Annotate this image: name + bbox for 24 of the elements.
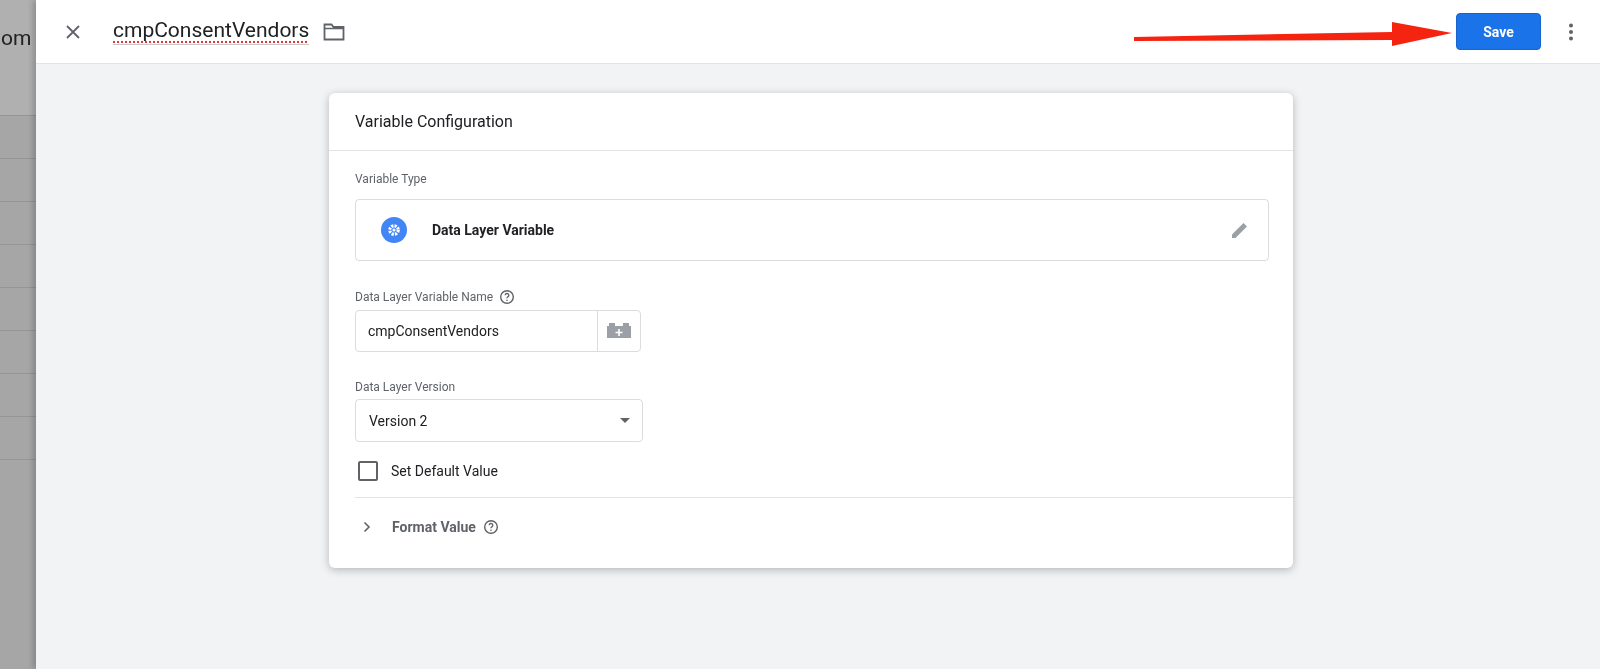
checkbox[interactable] xyxy=(358,461,378,481)
section-toggle[interactable]: Format Value xyxy=(392,519,476,535)
save-button[interactable]: Save xyxy=(1456,13,1541,50)
variable-type-selector[interactable]: Data Layer Variable xyxy=(355,199,1269,261)
variable-type-name: Data Layer Variable xyxy=(432,222,555,238)
input-field[interactable]: cmpConsentVendors xyxy=(355,310,641,352)
variable-name-title[interactable]: cmpConsentVendors xyxy=(113,18,310,45)
more-options-icon[interactable] xyxy=(1569,22,1573,41)
dropdown-value: Version 2 xyxy=(369,412,428,429)
version-dropdown[interactable]: Version 2 xyxy=(355,399,643,442)
close-icon[interactable] xyxy=(65,23,81,40)
help-icon[interactable] xyxy=(499,289,516,305)
field-label: Variable Type xyxy=(355,172,428,186)
gear-icon xyxy=(381,217,407,243)
field-label: Data Layer Variable Name xyxy=(355,290,494,304)
dropdown-caret-icon xyxy=(620,418,630,423)
checkbox-label: Set Default Value xyxy=(391,463,498,479)
card-title: Variable Configuration xyxy=(329,93,1293,151)
pencil-icon[interactable] xyxy=(1230,220,1250,240)
folder-icon[interactable] xyxy=(323,22,346,41)
background-text: om xyxy=(0,0,36,115)
help-icon[interactable] xyxy=(482,519,499,535)
chevron-icon[interactable] xyxy=(363,521,371,533)
field-label: Data Layer Version xyxy=(355,380,456,394)
